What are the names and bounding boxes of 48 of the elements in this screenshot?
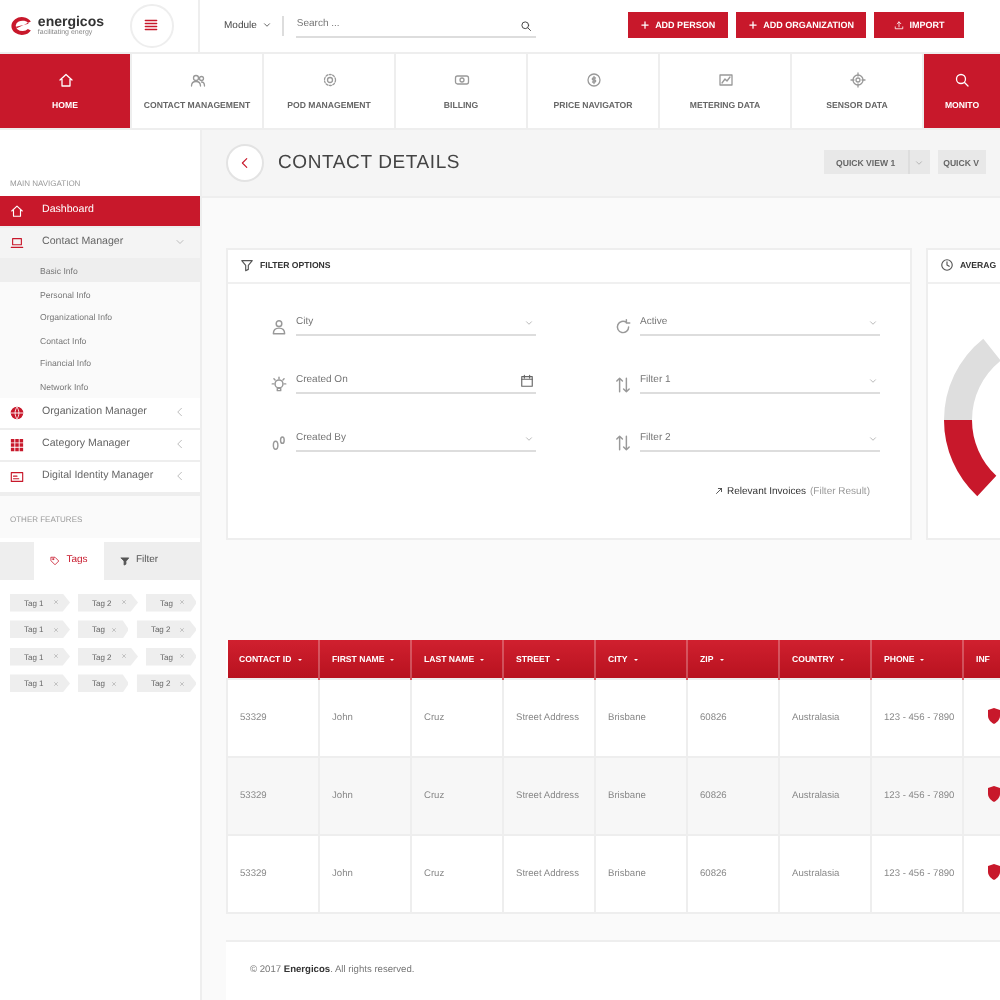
id-card-icon: [10, 469, 24, 484]
shield-icon: [988, 786, 1000, 803]
shield-icon: [988, 708, 1000, 725]
close-icon: [178, 598, 187, 607]
clock-icon: [940, 258, 954, 273]
card-icon: [453, 71, 469, 88]
close-icon: [110, 679, 119, 688]
chart-icon: [717, 71, 733, 88]
page-title: CONTACT DETAILS: [278, 151, 463, 174]
chevron-down-icon: [868, 317, 878, 328]
target-icon: [849, 71, 865, 88]
grid-icon: [10, 437, 24, 452]
close-icon: [178, 652, 187, 661]
close-icon: [178, 625, 187, 634]
coin-icon: [585, 71, 601, 88]
bulb-icon: [270, 375, 288, 394]
plus-icon: [747, 20, 758, 31]
person-icon: [270, 317, 288, 336]
filter-icon: [119, 555, 130, 566]
people-icon: [189, 71, 205, 88]
shield-icon: [988, 864, 1000, 881]
home-icon: [57, 71, 73, 88]
sort-icon: [614, 433, 632, 452]
chevron-left-icon: [238, 155, 252, 170]
chevron-down-icon: [914, 157, 925, 168]
upload-icon: [893, 20, 904, 31]
refresh-icon: [614, 317, 632, 336]
laptop-icon: [10, 235, 24, 250]
logo-icon: [10, 15, 34, 36]
gear-icon: [321, 71, 337, 88]
plus-icon: [639, 20, 650, 31]
chevron-down-icon: [524, 433, 534, 444]
menu-icon: [142, 16, 160, 35]
close-icon: [110, 625, 119, 634]
close-icon: [178, 679, 187, 688]
filter-icon: [240, 258, 254, 273]
chevron-down-icon: [868, 375, 878, 386]
chevron-down-icon: [524, 317, 534, 328]
chevron-down-icon: [262, 20, 273, 31]
tag-icon: [50, 555, 61, 566]
chevron-down-icon: [868, 433, 878, 444]
menu-button[interactable]: [129, 3, 173, 48]
home-icon: [10, 203, 24, 218]
sort-icon: [614, 375, 632, 394]
globe-icon: [10, 405, 24, 420]
search-icon: [520, 19, 533, 32]
calendar-icon: [520, 373, 534, 388]
arrow-icon: [713, 486, 724, 497]
